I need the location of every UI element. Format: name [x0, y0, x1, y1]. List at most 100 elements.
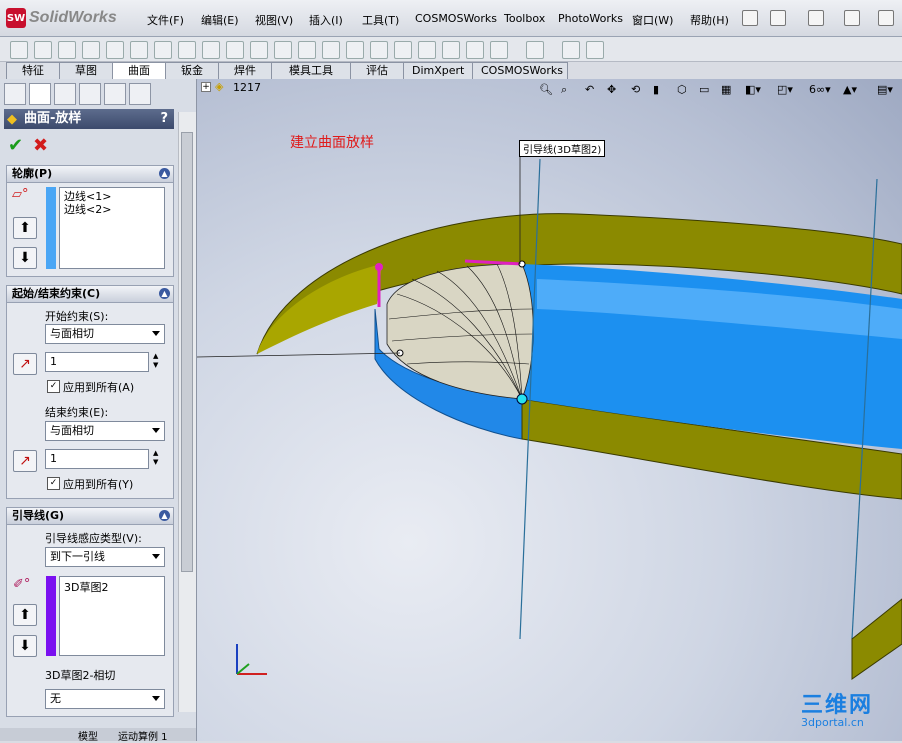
trim-surface-icon[interactable]	[346, 41, 364, 59]
radiate-surface-icon[interactable]	[202, 41, 220, 59]
list-item[interactable]: 边线<2>	[64, 203, 160, 216]
tab-cosmosworks[interactable]: COSMOSWorks	[472, 62, 568, 79]
boundary-surface-icon[interactable]	[106, 41, 124, 59]
menu-file[interactable]: 文件(F)	[147, 12, 184, 28]
menu-toolbox[interactable]: Toolbox	[504, 12, 545, 25]
start-constraint-select[interactable]: 与面相切	[45, 324, 165, 344]
guide-tangency-select[interactable]: 无	[45, 689, 165, 709]
move-face-icon[interactable]	[466, 41, 484, 59]
tab-surfaces[interactable]: 曲面	[112, 62, 166, 80]
ok-button[interactable]: ✔	[8, 135, 23, 156]
offset-surface-icon[interactable]	[178, 41, 196, 59]
configuration-manager-tab-icon[interactable]	[54, 83, 76, 105]
cut-with-surface-icon[interactable]	[418, 41, 436, 59]
menu-help[interactable]: 帮助(H)	[690, 12, 729, 28]
menu-edit[interactable]: 编辑(E)	[201, 12, 239, 28]
start-constraint-value: 与面相切	[50, 327, 94, 340]
move-up-button[interactable]: ⬆	[13, 217, 37, 239]
collapse-icon[interactable]: ▲	[159, 510, 170, 521]
fill-surface-icon[interactable]	[130, 41, 148, 59]
profile-group-body: ▱° 边线<1> 边线<2> ⬆ ⬇	[6, 183, 174, 277]
mid-surface-icon[interactable]	[442, 41, 460, 59]
display-manager-tab-icon[interactable]	[129, 83, 151, 105]
dimxpert-tab-icon[interactable]	[79, 83, 101, 105]
ruled-line-icon[interactable]	[586, 41, 604, 59]
menu-photoworks[interactable]: PhotoWorks	[558, 12, 623, 25]
lofted-surface-icon[interactable]	[82, 41, 100, 59]
freeform-icon[interactable]	[526, 41, 544, 59]
surfaces-toolbar	[0, 37, 902, 62]
tab-features[interactable]: 特征	[6, 62, 60, 79]
cancel-button[interactable]: ✖	[33, 135, 48, 156]
print-icon[interactable]	[878, 10, 894, 26]
menu-cosmosworks[interactable]: COSMOSWorks	[415, 12, 497, 25]
menu-bar: SW SolidWorks 文件(F) 编辑(E) 视图(V) 插入(I) 工具…	[0, 0, 902, 37]
extend-surface-icon[interactable]	[322, 41, 340, 59]
list-item[interactable]: 3D草图2	[60, 577, 164, 597]
thicken-icon[interactable]	[394, 41, 412, 59]
end-tangent-length-input[interactable]: 1	[45, 449, 149, 469]
curves-icon[interactable]	[562, 41, 580, 59]
pin-icon[interactable]	[742, 10, 758, 26]
loft-surface-icon: ◆	[7, 112, 17, 127]
menu-insert[interactable]: 插入(I)	[309, 12, 343, 28]
guide-color-swatch	[46, 576, 56, 656]
replace-face-icon[interactable]	[298, 41, 316, 59]
tab-weldments[interactable]: 焊件	[218, 62, 272, 79]
guides-listbox[interactable]: 3D草图2	[59, 576, 165, 656]
guide-influence-label: 引导线感应类型(V):	[45, 532, 142, 545]
photoworks-tab-icon[interactable]	[104, 83, 126, 105]
feature-tree-tab-icon[interactable]	[4, 83, 26, 105]
end-apply-all-checkbox[interactable]: ✓	[47, 477, 60, 490]
untrim-surface-icon[interactable]	[370, 41, 388, 59]
profile-group-title: 轮廓(P)	[12, 167, 53, 180]
constraints-group-header[interactable]: 起始/结束约束(C) ▲	[6, 285, 174, 303]
guide-callout[interactable]: 引导线(3D草图2)	[519, 140, 606, 157]
reverse-direction-button[interactable]: ↗	[13, 353, 37, 375]
collapse-icon[interactable]: ▲	[159, 168, 170, 179]
move-down-button[interactable]: ⬇	[13, 247, 37, 269]
list-item[interactable]: 边线<1>	[64, 190, 160, 203]
profile-group-header[interactable]: 轮廓(P) ▲	[6, 165, 174, 183]
end-apply-all-label: 应用到所有(Y)	[63, 478, 134, 491]
menu-tools[interactable]: 工具(T)	[362, 12, 399, 28]
spinner-arrows-icon[interactable]: ▲ ▼	[153, 449, 158, 467]
graphics-area[interactable]: + ◈ 1217 🔍︎ ⌕ ↶ ✥ ⟲ ▮ ⬡ ▭ ▦ ◧▾ ◰▾ 6∞▾ ▲▾…	[197, 79, 902, 741]
move-up-button[interactable]: ⬆	[13, 604, 37, 626]
new-document-icon[interactable]	[770, 10, 786, 26]
open-icon[interactable]	[808, 10, 824, 26]
ruled-surface-icon[interactable]	[226, 41, 244, 59]
tab-evaluate[interactable]: 评估	[350, 62, 404, 79]
menu-view[interactable]: 视图(V)	[255, 12, 293, 28]
delete-face-icon[interactable]	[274, 41, 292, 59]
move-down-button[interactable]: ⬇	[13, 635, 37, 657]
page-title: 曲面-放样	[24, 111, 82, 126]
guide-influence-select[interactable]: 到下一引线	[45, 547, 165, 567]
start-apply-all-checkbox[interactable]: ✓	[47, 380, 60, 393]
collapse-icon[interactable]: ▲	[159, 288, 170, 299]
planar-surface-icon[interactable]	[154, 41, 172, 59]
revolved-surface-icon[interactable]	[34, 41, 52, 59]
swept-surface-icon[interactable]	[58, 41, 76, 59]
tab-dimxpert[interactable]: DimXpert	[403, 62, 473, 79]
fillet-icon[interactable]	[490, 41, 508, 59]
end-constraint-select[interactable]: 与面相切	[45, 421, 165, 441]
app-logo-text: SolidWorks	[29, 9, 117, 26]
guide-tangency-label: 3D草图2-相切	[45, 669, 116, 682]
tab-sheet-metal[interactable]: 钣金	[165, 62, 219, 79]
scrollbar-thumb[interactable]	[181, 132, 193, 572]
extruded-surface-icon[interactable]	[10, 41, 28, 59]
reverse-direction-button[interactable]: ↗	[13, 450, 37, 472]
tab-mold-tools[interactable]: 模具工具	[271, 62, 351, 79]
help-button[interactable]: ?	[160, 109, 168, 129]
profile-listbox[interactable]: 边线<1> 边线<2>	[59, 187, 165, 269]
property-manager-tab-icon[interactable]	[29, 83, 51, 105]
tab-sketch[interactable]: 草图	[59, 62, 113, 79]
spinner-arrows-icon[interactable]: ▲ ▼	[153, 352, 158, 370]
menu-window[interactable]: 窗口(W)	[632, 12, 673, 28]
panel-scrollbar[interactable]	[178, 112, 196, 712]
save-icon[interactable]	[844, 10, 860, 26]
knit-surface-icon[interactable]	[250, 41, 268, 59]
guides-group-header[interactable]: 引导线(G) ▲	[6, 507, 174, 525]
start-tangent-length-input[interactable]: 1	[45, 352, 149, 372]
